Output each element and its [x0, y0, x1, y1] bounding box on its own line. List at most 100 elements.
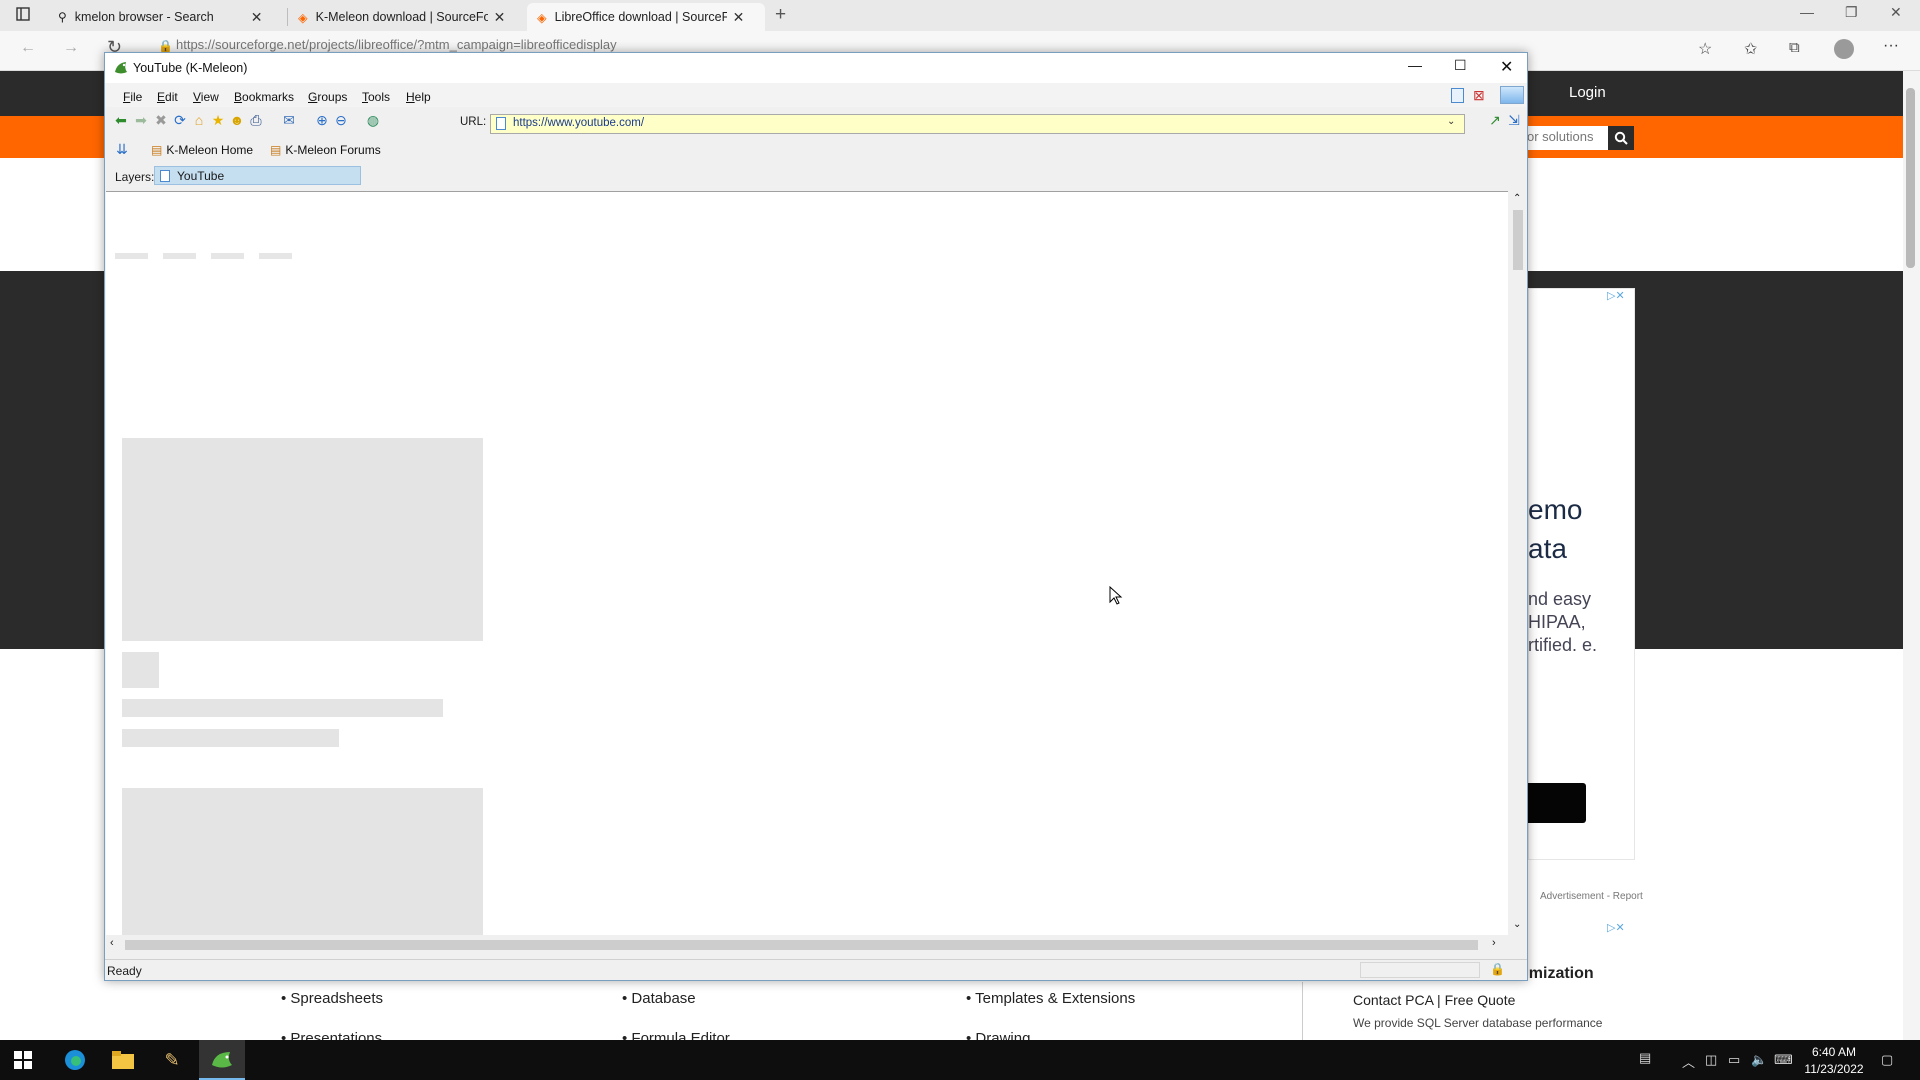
chevron-left-icon[interactable]: ‹	[110, 937, 114, 949]
menu-bookmarks[interactable]: Bookmarks	[234, 90, 294, 104]
meet-now-icon[interactable]: ◫	[1705, 1052, 1717, 1068]
menu-edit[interactable]: Edit	[157, 90, 178, 104]
sourceforge-icon: ◈	[298, 10, 308, 25]
bookmark-kmeleon-forums[interactable]: ▤ K-Meleon Forums	[270, 143, 381, 157]
kmeleon-taskbar-icon[interactable]	[207, 1046, 237, 1074]
print-icon[interactable]: ⎙	[247, 111, 265, 129]
favorites-icon[interactable]: ✩	[1744, 39, 1757, 59]
url-text[interactable]: https://www.youtube.com/	[513, 117, 644, 129]
feature-link[interactable]: • Database	[622, 990, 696, 1007]
horizontal-scrollbar-thumb[interactable]	[125, 940, 1478, 950]
home-icon[interactable]: ⌂	[190, 111, 208, 129]
ad-choices-icon[interactable]: ▷✕	[1607, 289, 1625, 302]
bookmark-star-icon[interactable]: ★	[209, 111, 227, 129]
skeleton-avatar	[122, 652, 159, 688]
close-icon[interactable]: ✕	[733, 9, 745, 26]
app-icon[interactable]: ✎	[157, 1046, 187, 1074]
more-options-icon[interactable]: ···	[1883, 37, 1899, 55]
login-link[interactable]: Login	[1569, 84, 1606, 101]
feature-link[interactable]: • Spreadsheets	[281, 990, 383, 1007]
restore-icon[interactable]: ❐	[1845, 4, 1858, 21]
ad2-headline[interactable]: Contact PCA | Free Quote	[1353, 992, 1515, 1008]
layer-new-icon[interactable]	[1451, 88, 1464, 103]
edge-tab-kmeleon[interactable]: ◈ K-Meleon download | SourceForge.net ✕	[288, 3, 525, 31]
search-button[interactable]	[1608, 126, 1634, 150]
globe-icon[interactable]: ◍	[364, 111, 382, 129]
menu-file[interactable]: File	[123, 90, 142, 104]
chevron-down-icon[interactable]: ⌄	[1447, 116, 1455, 127]
file-explorer-icon[interactable]	[108, 1046, 138, 1074]
notification-icon[interactable]: ▢	[1881, 1052, 1893, 1068]
close-icon[interactable]: ✕	[1890, 4, 1902, 21]
menu-view[interactable]: View	[193, 90, 219, 104]
chevron-up-icon[interactable]: ︿	[1682, 1052, 1695, 1071]
forward-icon[interactable]: →	[63, 39, 79, 57]
page-scrollbar-thumb[interactable]	[1906, 88, 1915, 268]
zoom-out-icon[interactable]: ⊖	[332, 111, 350, 129]
bookmark-kmeleon-home[interactable]: ▤ K-Meleon Home	[151, 143, 253, 157]
tab-title: LibreOffice download | SourceForge.net	[554, 10, 727, 24]
layer-close-icon[interactable]: ⊠	[1473, 87, 1485, 104]
menu-help[interactable]: Help	[406, 90, 431, 104]
close-icon[interactable]: ✕	[1500, 57, 1513, 77]
clock-time[interactable]: 6:40 AM	[1811, 1045, 1857, 1059]
ad-cta-button[interactable]	[1528, 783, 1586, 823]
history-icon[interactable]: ☻	[228, 111, 246, 129]
edge-browser-icon[interactable]	[60, 1046, 90, 1074]
ad-headline-1: emo	[1528, 494, 1583, 525]
reload-icon[interactable]: ⟳	[171, 111, 189, 129]
new-tab-icon[interactable]: +	[775, 4, 786, 26]
ad-label[interactable]: Advertisement - Report	[1540, 891, 1643, 902]
maximize-icon[interactable]: ☐	[1454, 57, 1467, 74]
zoom-in-icon[interactable]: ⊕	[313, 111, 331, 129]
vertical-scrollbar[interactable]: ⌃ ⌄	[1509, 192, 1527, 935]
layer-tab-youtube[interactable]: YouTube	[154, 166, 361, 185]
chevron-up-icon[interactable]: ⌃	[1513, 193, 1521, 204]
search-go-icon[interactable]: ⇲	[1505, 111, 1523, 129]
minimize-icon[interactable]: —	[1800, 4, 1814, 20]
keyboard-icon[interactable]: ⌨	[1774, 1052, 1793, 1068]
minimize-icon[interactable]: —	[1408, 57, 1422, 73]
go-icon[interactable]: ↗	[1486, 111, 1504, 129]
ad-headline-2: ata	[1528, 533, 1567, 564]
windows-start-icon[interactable]	[8, 1046, 38, 1074]
skeleton-nav-item	[211, 253, 244, 259]
back-icon[interactable]: ←	[20, 39, 36, 57]
back-icon[interactable]: ⬅	[112, 111, 130, 129]
close-icon[interactable]: ✕	[251, 9, 263, 26]
edge-tab-strip: ⚲ kmelon browser - Search ✕ ◈ K-Meleon d…	[0, 0, 1920, 31]
profile-avatar-icon[interactable]	[1834, 39, 1854, 59]
forward-icon[interactable]: ➡	[132, 111, 150, 129]
menu-groups[interactable]: Groups	[308, 90, 347, 104]
network-icon[interactable]: ▭	[1728, 1052, 1740, 1068]
chevron-down-icon[interactable]: ⌄	[1513, 919, 1521, 930]
chevron-right-icon[interactable]: ›	[1492, 937, 1496, 949]
collections-icon[interactable]: ⧉	[1789, 39, 1800, 56]
add-favorite-icon[interactable]: ☆	[1698, 39, 1712, 59]
close-icon[interactable]: ✕	[494, 9, 506, 26]
stop-icon[interactable]: ✖	[152, 111, 170, 129]
ad-choices-icon[interactable]: ▷✕	[1607, 921, 1625, 934]
clock-date[interactable]: 11/23/2022	[1803, 1062, 1865, 1076]
mail-icon[interactable]: ✉	[280, 111, 298, 129]
menu-tools[interactable]: Tools	[362, 90, 390, 104]
skeleton-thumbnail	[122, 438, 483, 641]
advertisement[interactable]	[1528, 288, 1635, 860]
tab-actions-icon[interactable]	[16, 7, 30, 24]
title-bar[interactable]: YouTube (K-Meleon) — ☐ ✕	[105, 53, 1527, 83]
search-icon: ⚲	[58, 10, 67, 24]
window-title: YouTube (K-Meleon)	[133, 61, 248, 75]
address-bar[interactable]: https://sourceforge.net/projects/libreof…	[176, 37, 617, 52]
page-content[interactable]	[106, 191, 1508, 936]
vertical-scrollbar-thumb[interactable]	[1513, 210, 1523, 270]
edge-tab-search[interactable]: ⚲ kmelon browser - Search ✕	[48, 3, 286, 31]
bookmark-menu-icon[interactable]: ⇊	[113, 140, 131, 158]
status-text: Ready	[107, 964, 142, 978]
news-icon[interactable]: ▤	[1639, 1050, 1651, 1066]
skeleton-nav-item	[163, 253, 196, 259]
url-label: URL:	[460, 116, 487, 128]
feature-link[interactable]: • Templates & Extensions	[966, 990, 1135, 1007]
search-icon	[1614, 131, 1628, 145]
edge-tab-libreoffice[interactable]: ◈ LibreOffice download | SourceForge.net…	[527, 3, 765, 31]
volume-muted-icon[interactable]: 🔈	[1751, 1052, 1767, 1068]
